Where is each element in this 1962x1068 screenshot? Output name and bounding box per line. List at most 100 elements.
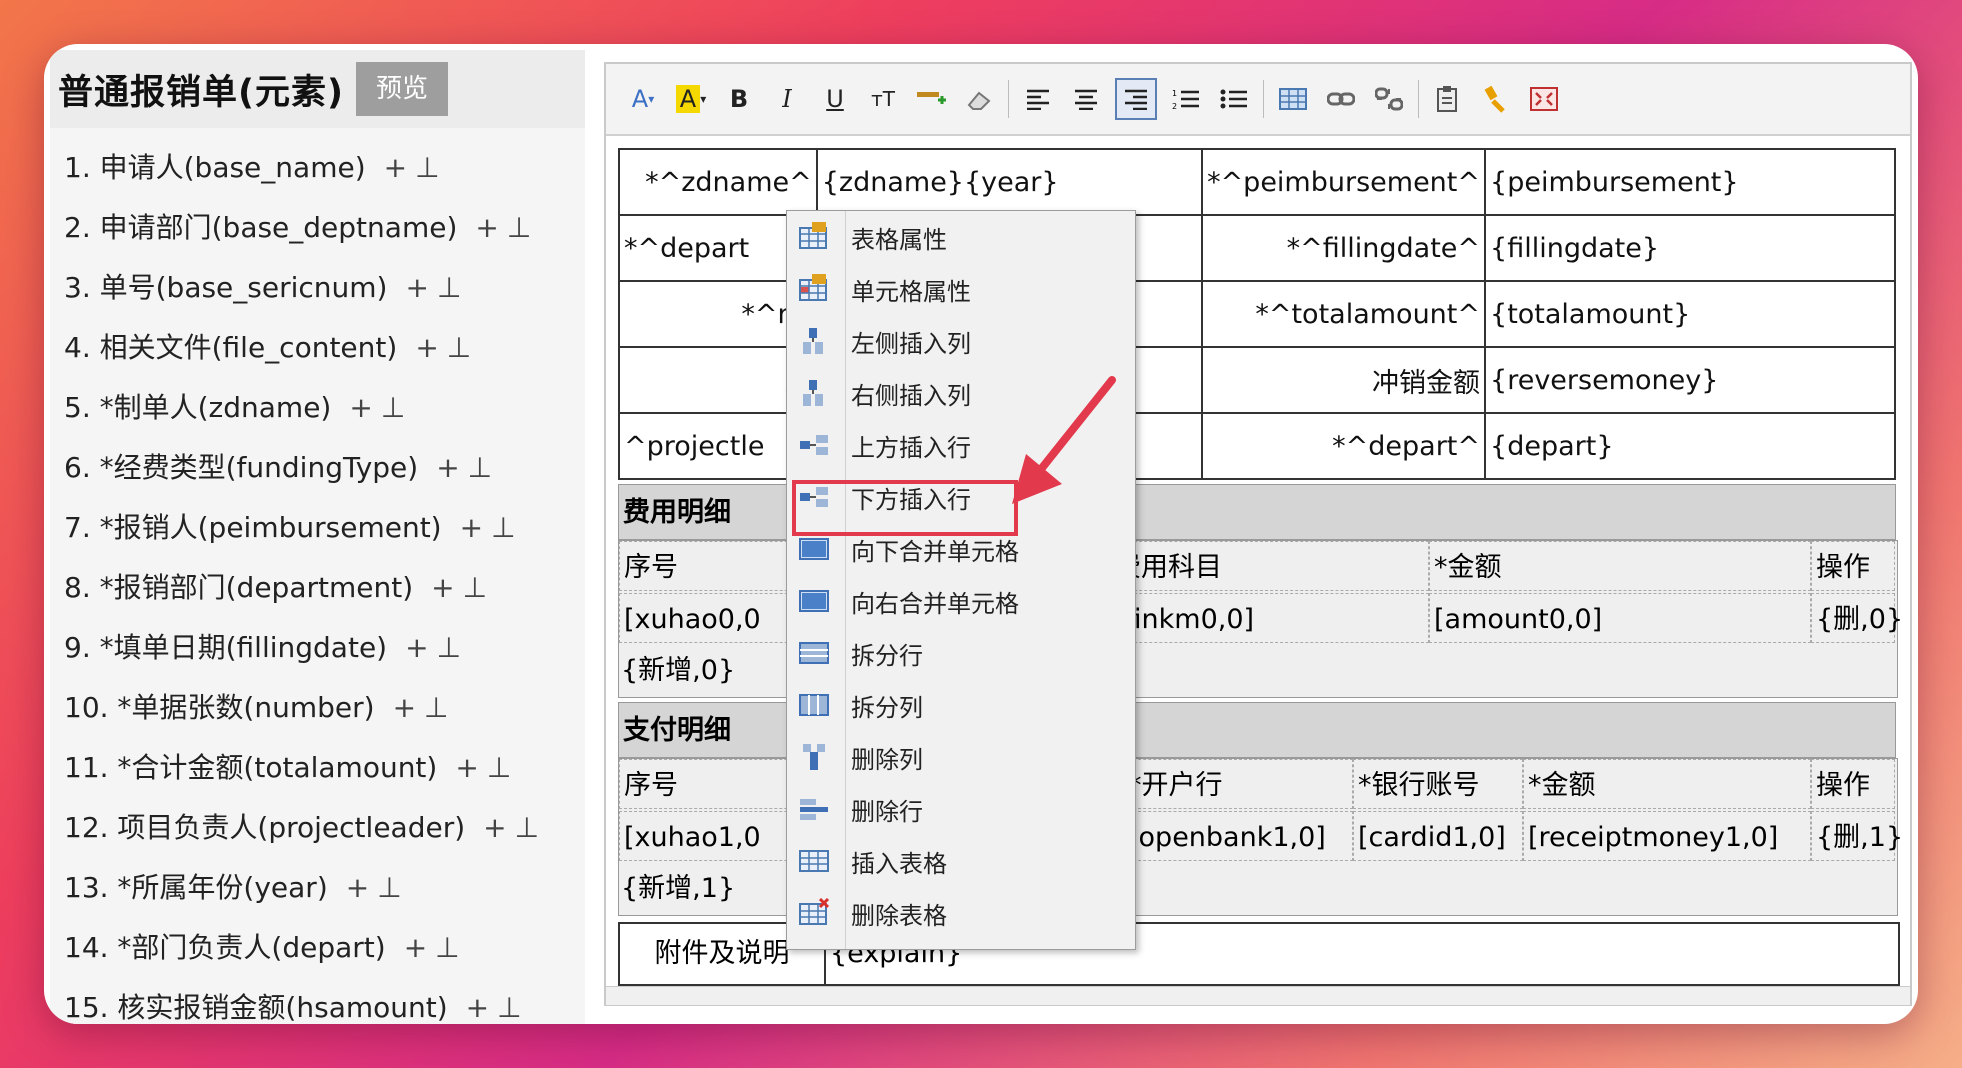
menu-item-delete-row[interactable]: 删除行 — [787, 783, 1135, 835]
insert-field-button[interactable]: ⊥ — [511, 811, 543, 844]
table-cell[interactable]: *^totalamount^ — [1201, 280, 1487, 348]
insert-field-button[interactable]: ⊥ — [433, 631, 465, 664]
menu-item-split-row[interactable]: 拆分行 — [787, 627, 1135, 679]
insert-field-button[interactable]: ⊥ — [483, 751, 515, 784]
panel-header: 普通报销单(元素) 预览 — [50, 50, 585, 128]
table-cell[interactable]: *开户行 — [1123, 759, 1353, 809]
table-cell[interactable]: {删,0} — [1811, 593, 1903, 643]
menu-item-insert-column-right[interactable]: 右侧插入列 — [787, 367, 1135, 419]
insert-field-button[interactable]: ⊥ — [443, 331, 475, 364]
insert-field-button[interactable]: ⊥ — [420, 691, 452, 724]
table-cell[interactable]: 费用科目 — [1109, 541, 1429, 591]
insert-field-button[interactable]: ⊥ — [493, 991, 525, 1024]
add-field-button[interactable]: + — [401, 271, 432, 304]
add-field-button[interactable]: + — [462, 991, 493, 1024]
add-field-button[interactable]: + — [411, 331, 442, 364]
field-item: 2. 申请部门(base_deptname) + ⊥ — [64, 198, 585, 258]
insert-column-left-icon — [795, 322, 833, 360]
insert-line-icon[interactable] — [912, 80, 950, 118]
add-field-button[interactable]: + — [451, 751, 482, 784]
add-field-button[interactable]: + — [400, 931, 431, 964]
add-field-button[interactable]: + — [342, 871, 373, 904]
menu-item-insert-row-below[interactable]: 下方插入行 — [787, 471, 1135, 523]
table-cell[interactable]: {peimbursement} — [1484, 148, 1896, 216]
insert-field-button[interactable]: ⊥ — [487, 511, 519, 544]
menu-item-merge-down[interactable]: 向下合并单元格 — [787, 523, 1135, 575]
table-cell[interactable]: {totalamount} — [1484, 280, 1896, 348]
table-cell[interactable]: *^depart^ — [1201, 412, 1487, 480]
insert-field-button[interactable]: ⊥ — [373, 871, 405, 904]
format-painter-icon[interactable] — [1477, 80, 1515, 118]
bold-icon[interactable]: B — [720, 80, 758, 118]
delete-column-icon — [795, 738, 833, 776]
add-field-button[interactable]: + — [471, 211, 502, 244]
paste-icon[interactable] — [1429, 80, 1467, 118]
insert-field-button[interactable]: ⊥ — [377, 391, 409, 424]
table-cell[interactable]: {reversemoney} — [1484, 346, 1896, 414]
table-cell[interactable]: 冲销金额 — [1201, 346, 1487, 414]
add-field-button[interactable]: + — [479, 811, 510, 844]
insert-field-button[interactable]: ⊥ — [433, 271, 465, 304]
add-field-button[interactable]: + — [427, 571, 458, 604]
table-cell[interactable]: *银行账号 — [1353, 759, 1523, 809]
preview-button[interactable]: 预览 — [356, 62, 449, 116]
merge-right-icon — [795, 582, 833, 620]
add-field-button[interactable]: + — [345, 391, 376, 424]
menu-item-table-properties[interactable]: 表格属性 — [787, 211, 1135, 263]
table-cell[interactable]: {zdname}{year} — [815, 148, 1204, 216]
table-cell[interactable]: [receiptmoney1,0] — [1523, 811, 1811, 861]
add-field-button[interactable]: + — [456, 511, 487, 544]
table-icon[interactable] — [1274, 80, 1312, 118]
menu-item-delete-column[interactable]: 删除列 — [787, 731, 1135, 783]
menu-item-cell-properties[interactable]: 单元格属性 — [787, 263, 1135, 315]
align-right-icon[interactable] — [1115, 78, 1157, 120]
add-field-button[interactable]: + — [432, 451, 463, 484]
link-icon[interactable] — [1322, 80, 1360, 118]
table-cell[interactable]: [openbank1,0] — [1123, 811, 1353, 861]
table-cell[interactable]: [amount0,0] — [1429, 593, 1811, 643]
highlight-color-icon[interactable]: A ▾ — [672, 80, 710, 118]
menu-item-insert-table[interactable]: 插入表格 — [787, 835, 1135, 887]
table-cell[interactable]: {删,1} — [1811, 811, 1903, 861]
merge-down-icon — [795, 530, 833, 568]
insert-field-button[interactable]: ⊥ — [464, 451, 496, 484]
italic-icon[interactable]: I — [768, 80, 806, 118]
table-cell[interactable]: 操作 — [1811, 541, 1895, 591]
add-field-button[interactable]: + — [380, 151, 411, 184]
table-cell[interactable]: *^fillingdate^ — [1201, 214, 1487, 282]
unlink-icon[interactable] — [1370, 80, 1408, 118]
add-field-button[interactable]: + — [401, 631, 432, 664]
menu-item-delete-table[interactable]: 删除表格 — [787, 887, 1135, 939]
align-left-icon[interactable] — [1019, 80, 1057, 118]
field-label: 12. 项目负责人(projectleader) — [64, 811, 466, 844]
menu-item-insert-column-left[interactable]: 左侧插入列 — [787, 315, 1135, 367]
bullet-list-icon[interactable] — [1215, 80, 1253, 118]
split-row-icon — [795, 634, 833, 672]
table-cell[interactable]: *金额 — [1429, 541, 1811, 591]
insert-field-button[interactable]: ⊥ — [459, 571, 491, 604]
eraser-icon[interactable] — [960, 80, 998, 118]
fullscreen-icon[interactable] — [1525, 80, 1563, 118]
menu-item-insert-row-above[interactable]: 上方插入行 — [787, 419, 1135, 471]
table-cell[interactable]: {fillingdate} — [1484, 214, 1896, 282]
add-field-button[interactable]: + — [389, 691, 420, 724]
field-label: 5. *制单人(zdname) — [64, 391, 332, 424]
table-cell[interactable]: 操作 — [1811, 759, 1895, 809]
align-center-icon[interactable] — [1067, 80, 1105, 118]
ordered-list-icon[interactable]: 12 — [1167, 80, 1205, 118]
menu-item-split-column[interactable]: 拆分列 — [787, 679, 1135, 731]
font-size-icon[interactable]: тT — [864, 80, 902, 118]
menu-item-merge-right[interactable]: 向右合并单元格 — [787, 575, 1135, 627]
font-color-icon[interactable]: A ▾ — [624, 80, 662, 118]
insert-field-button[interactable]: ⊥ — [503, 211, 535, 244]
table-cell[interactable]: *^peimbursement^ — [1201, 148, 1487, 216]
table-cell[interactable]: [cardid1,0] — [1353, 811, 1523, 861]
underline-icon[interactable]: U — [816, 80, 854, 118]
table-cell[interactable]: *金额 — [1523, 759, 1811, 809]
table-cell[interactable]: {depart} — [1484, 412, 1896, 480]
table-cell[interactable]: *^zdname^ — [618, 148, 818, 216]
field-label: 7. *报销人(peimbursement) — [64, 511, 442, 544]
insert-field-button[interactable]: ⊥ — [431, 931, 463, 964]
insert-field-button[interactable]: ⊥ — [411, 151, 443, 184]
table-cell[interactable]: [finkm0,0] — [1109, 593, 1429, 643]
